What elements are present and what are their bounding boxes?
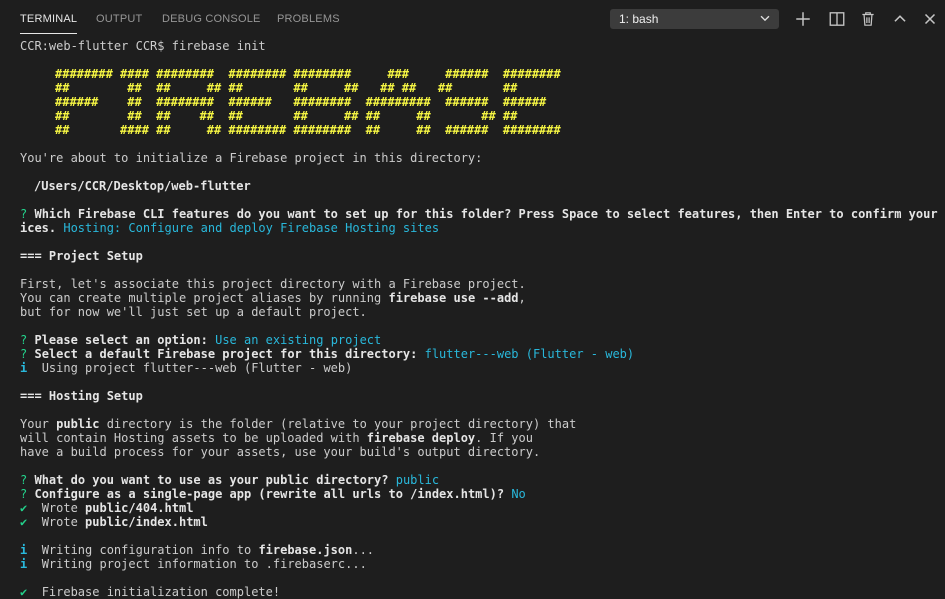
intro-text: You're about to initialize a Firebase pr… <box>20 151 483 165</box>
hosting-setup-heading: === Hosting Setup <box>20 389 143 403</box>
question-default-project: ? Select a default Firebase project for … <box>20 347 635 361</box>
terminal-output[interactable]: CCR:web-flutter CCR$ firebase init #####… <box>20 39 945 599</box>
init-complete: ✔ Firebase initialization complete! <box>20 585 281 599</box>
panel-header: TERMINAL OUTPUT DEBUG CONSOLE PROBLEMS 1… <box>0 0 945 38</box>
terminal-select[interactable]: 1: bash <box>610 9 779 29</box>
tab-problems[interactable]: PROBLEMS <box>277 13 340 25</box>
question-spa: ? Configure as a single-page app (rewrit… <box>20 487 526 501</box>
tab-output[interactable]: OUTPUT <box>96 13 142 25</box>
question-features: ? Which Firebase CLI features do you wan… <box>20 207 945 221</box>
wrote-404: ✔ Wrote public/404.html <box>20 501 194 515</box>
close-icon[interactable] <box>921 10 939 28</box>
checkmark-icon: ✔ <box>20 501 28 515</box>
project-setup-heading: === Project Setup <box>20 249 143 263</box>
tab-debug-console[interactable]: DEBUG CONSOLE <box>162 13 261 25</box>
question-public-dir: ? What do you want to use as your public… <box>20 473 440 487</box>
checkmark-icon: ✔ <box>20 515 28 529</box>
info-using-project: i Using project flutter---web (Flutter -… <box>20 361 353 375</box>
chevron-down-icon <box>760 15 770 22</box>
prompt-line: CCR:web-flutter CCR$ firebase init <box>20 39 266 53</box>
chevron-up-icon[interactable] <box>891 10 909 28</box>
info-config: i Writing configuration info to firebase… <box>20 543 375 557</box>
split-icon[interactable] <box>828 10 846 28</box>
trash-icon[interactable] <box>859 10 877 28</box>
tab-terminal[interactable]: TERMINAL <box>20 13 78 34</box>
features-answer: Hosting: Configure and deploy Firebase H… <box>63 221 440 235</box>
plus-icon[interactable] <box>794 10 812 28</box>
terminal-select-value: 1: bash <box>619 12 659 26</box>
info-project: i Writing project information to .fireba… <box>20 557 367 571</box>
checkmark-icon: ✔ <box>20 585 28 599</box>
question-option: ? Please select an option: Use an existi… <box>20 333 382 347</box>
firebase-banner: ######## #### ######## ######## ########… <box>55 67 561 137</box>
wrote-index: ✔ Wrote public/index.html <box>20 515 208 529</box>
directory-path: /Users/CCR/Desktop/web-flutter <box>34 179 251 193</box>
